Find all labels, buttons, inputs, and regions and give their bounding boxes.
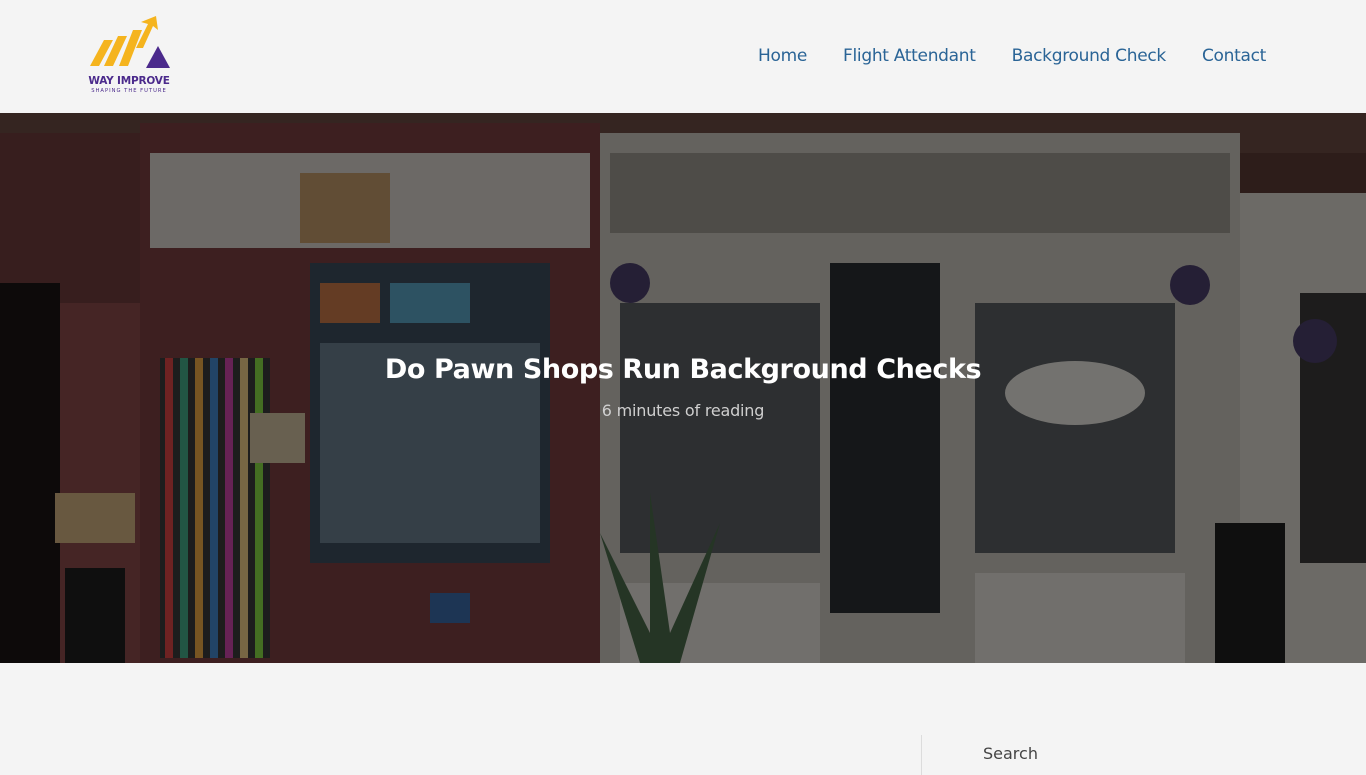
nav-home-link[interactable]: Home bbox=[758, 46, 807, 66]
logo-tagline: SHAPING THE FUTURE bbox=[91, 88, 167, 94]
site-logo[interactable]: WAY IMPROVE SHAPING THE FUTURE bbox=[82, 16, 176, 96]
reading-time: 6 minutes of reading bbox=[601, 401, 765, 420]
hero-overlay bbox=[0, 113, 1366, 663]
nav-contact-link[interactable]: Contact bbox=[1202, 46, 1266, 66]
post-title: Do Pawn Shops Run Background Checks bbox=[384, 354, 982, 385]
logo-mark-icon bbox=[90, 16, 170, 68]
site-header: WAY IMPROVE SHAPING THE FUTURE Home Flig… bbox=[0, 0, 1366, 113]
content-area: Search bbox=[0, 663, 1366, 775]
sidebar-divider bbox=[921, 735, 922, 775]
nav-background-check-link[interactable]: Background Check bbox=[1012, 46, 1167, 66]
logo-name: WAY IMPROVE bbox=[88, 75, 170, 87]
main-nav: Home Flight Attendant Background Check C… bbox=[758, 46, 1266, 66]
nav-flight-attendant-link[interactable]: Flight Attendant bbox=[843, 46, 976, 66]
hero-banner: Do Pawn Shops Run Background Checks 6 mi… bbox=[0, 113, 1366, 663]
sidebar-search-label: Search bbox=[983, 744, 1038, 763]
